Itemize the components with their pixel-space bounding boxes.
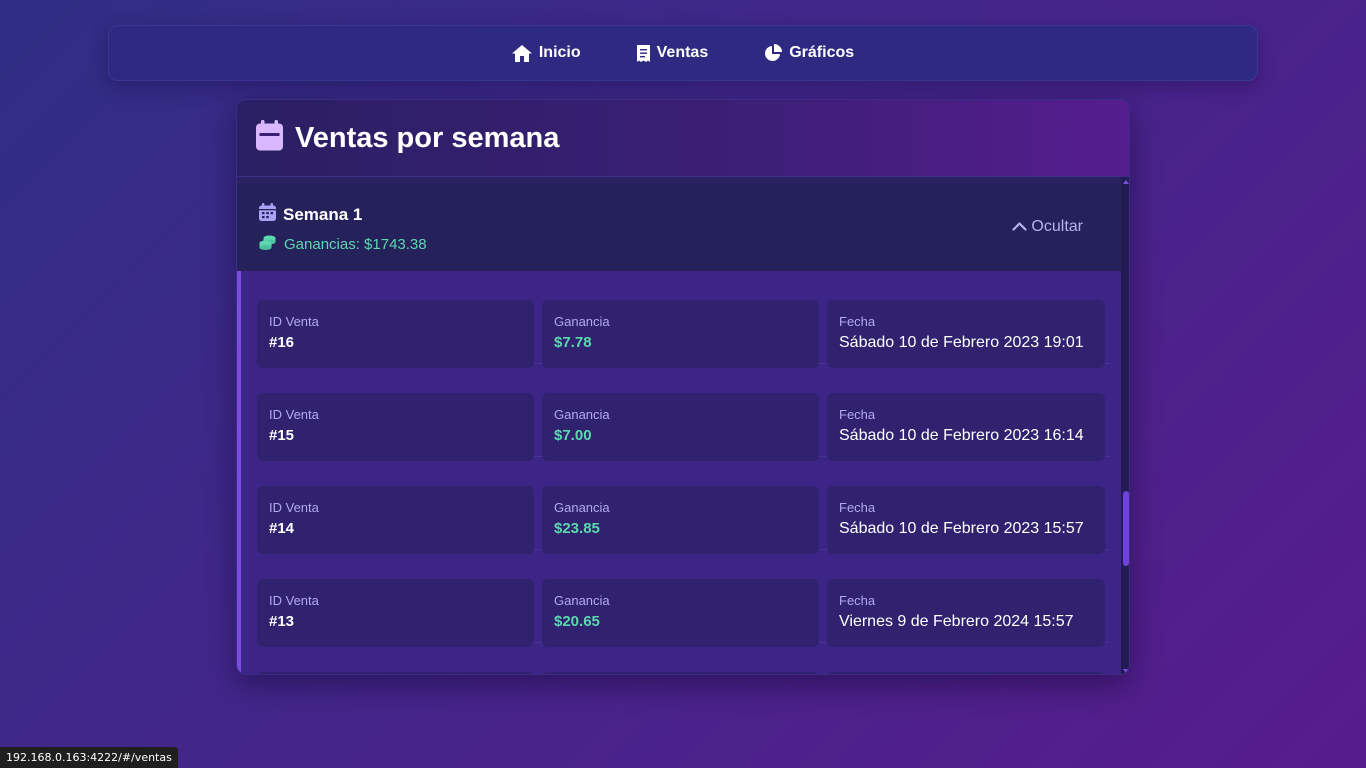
sale-id-value: #16	[269, 334, 295, 351]
sale-gain-value: $7.00	[554, 427, 592, 444]
sale-date-label: Fecha	[839, 407, 876, 422]
table-row: ID Venta #14 Ganancia $23.85 Fecha Sábad…	[257, 457, 1109, 554]
weekly-sales-card: Ventas por semana Semana 1 Ganancias: $1…	[236, 99, 1130, 675]
sale-date-label: Fecha	[839, 593, 876, 608]
sale-gain-cell: Ganancia $20.65	[542, 579, 819, 647]
sale-id-cell: ID Venta #13	[257, 579, 534, 647]
scroll-thumb[interactable]	[1123, 491, 1129, 566]
table-row: ID Venta #16 Ganancia $7.78 Fecha Sábado…	[257, 271, 1109, 368]
sale-gain-label: Ganancia	[554, 593, 610, 608]
week-title: Semana 1	[283, 204, 363, 224]
week-header: Semana 1 Ganancias: $1743.38 Ocultar	[237, 183, 1121, 271]
sale-id-label: ID Venta	[269, 314, 319, 329]
coins-icon	[259, 234, 276, 255]
nav-item-label: Inicio	[538, 44, 581, 61]
nav-item-inicio[interactable]: Inicio	[511, 44, 581, 62]
week-profit: Ganancias: $1743.38	[284, 236, 427, 253]
sale-gain-cell: Ganancia $7.78	[542, 300, 819, 368]
sale-id-value: #13	[269, 613, 295, 630]
sale-date-label: Fecha	[839, 500, 876, 515]
sale-date-value: Viernes 9 de Febrero 2024 15:57	[839, 613, 1074, 630]
receipt-icon	[636, 44, 650, 62]
home-icon	[511, 44, 532, 62]
sale-date-value: Sábado 10 de Febrero 2023 19:01	[839, 334, 1084, 351]
vertical-scrollbar[interactable]	[1121, 177, 1129, 674]
sale-date-cell: Fecha Sábado 10 de Febrero 2023 19:01	[827, 300, 1105, 368]
sale-gain-value: $7.78	[554, 334, 592, 351]
sale-id-label: ID Venta	[269, 593, 319, 608]
top-navbar: Inicio Ventas Gráficos	[108, 25, 1258, 81]
sale-gain-cell: Ganancia $7.00	[542, 393, 819, 461]
nav-item-label: Ventas	[656, 44, 709, 61]
sales-list: ID Venta #16 Ganancia $7.78 Fecha Sábado…	[237, 271, 1121, 674]
table-row: ID Venta #13 Ganancia $20.65 Fecha Viern…	[257, 550, 1109, 647]
sale-id-value: #15	[269, 427, 295, 444]
nav-item-ventas[interactable]: Ventas	[636, 44, 709, 62]
calendar-days-icon	[259, 203, 276, 226]
nav-item-graficos[interactable]: Gráficos	[764, 44, 854, 62]
sale-id-label: ID Venta	[269, 407, 319, 422]
sale-id-cell	[257, 672, 534, 674]
sale-date-cell: Fecha Sábado 10 de Febrero 2023 15:57	[827, 486, 1105, 554]
weeks-scroll-area: Semana 1 Ganancias: $1743.38 Ocultar ID …	[237, 183, 1121, 674]
pie-chart-icon	[764, 44, 783, 62]
status-bar-url: 192.168.0.163:4222/#/ventas	[0, 747, 178, 768]
sale-gain-value: $20.65	[554, 613, 600, 630]
sale-gain-label: Ganancia	[554, 314, 610, 329]
sale-date-label: Fecha	[839, 314, 876, 329]
sale-id-cell: ID Venta #16	[257, 300, 534, 368]
sale-gain-cell	[542, 672, 819, 674]
hide-week-button[interactable]: Ocultar	[1012, 218, 1083, 236]
table-row-partial	[257, 643, 1109, 674]
chevron-up-icon	[1012, 218, 1028, 236]
table-row: ID Venta #15 Ganancia $7.00 Fecha Sábado…	[257, 364, 1109, 461]
sale-date-cell: Fecha Sábado 10 de Febrero 2023 16:14	[827, 393, 1105, 461]
week-profit-row: Ganancias: $1743.38	[259, 234, 427, 255]
sale-date-cell: Fecha Viernes 9 de Febrero 2024 15:57	[827, 579, 1105, 647]
calendar-icon	[256, 120, 283, 156]
sale-gain-cell: Ganancia $23.85	[542, 486, 819, 554]
card-header: Ventas por semana	[237, 100, 1129, 177]
scroll-down-arrow-icon[interactable]	[1123, 669, 1129, 673]
sale-gain-label: Ganancia	[554, 407, 610, 422]
nav-item-label: Gráficos	[789, 44, 855, 61]
sale-id-cell: ID Venta #14	[257, 486, 534, 554]
sale-gain-label: Ganancia	[554, 500, 610, 515]
page-title: Ventas por semana	[295, 121, 560, 154]
toggle-label: Ocultar	[1031, 218, 1083, 235]
sale-id-cell: ID Venta #15	[257, 393, 534, 461]
sale-date-value: Sábado 10 de Febrero 2023 15:57	[839, 520, 1084, 537]
scroll-up-arrow-icon[interactable]	[1123, 180, 1129, 184]
sale-date-value: Sábado 10 de Febrero 2023 16:14	[839, 427, 1084, 444]
sale-date-cell	[827, 672, 1105, 674]
sale-id-label: ID Venta	[269, 500, 319, 515]
sale-gain-value: $23.85	[554, 520, 600, 537]
sale-id-value: #14	[269, 520, 295, 537]
week-title-row: Semana 1	[259, 203, 362, 226]
